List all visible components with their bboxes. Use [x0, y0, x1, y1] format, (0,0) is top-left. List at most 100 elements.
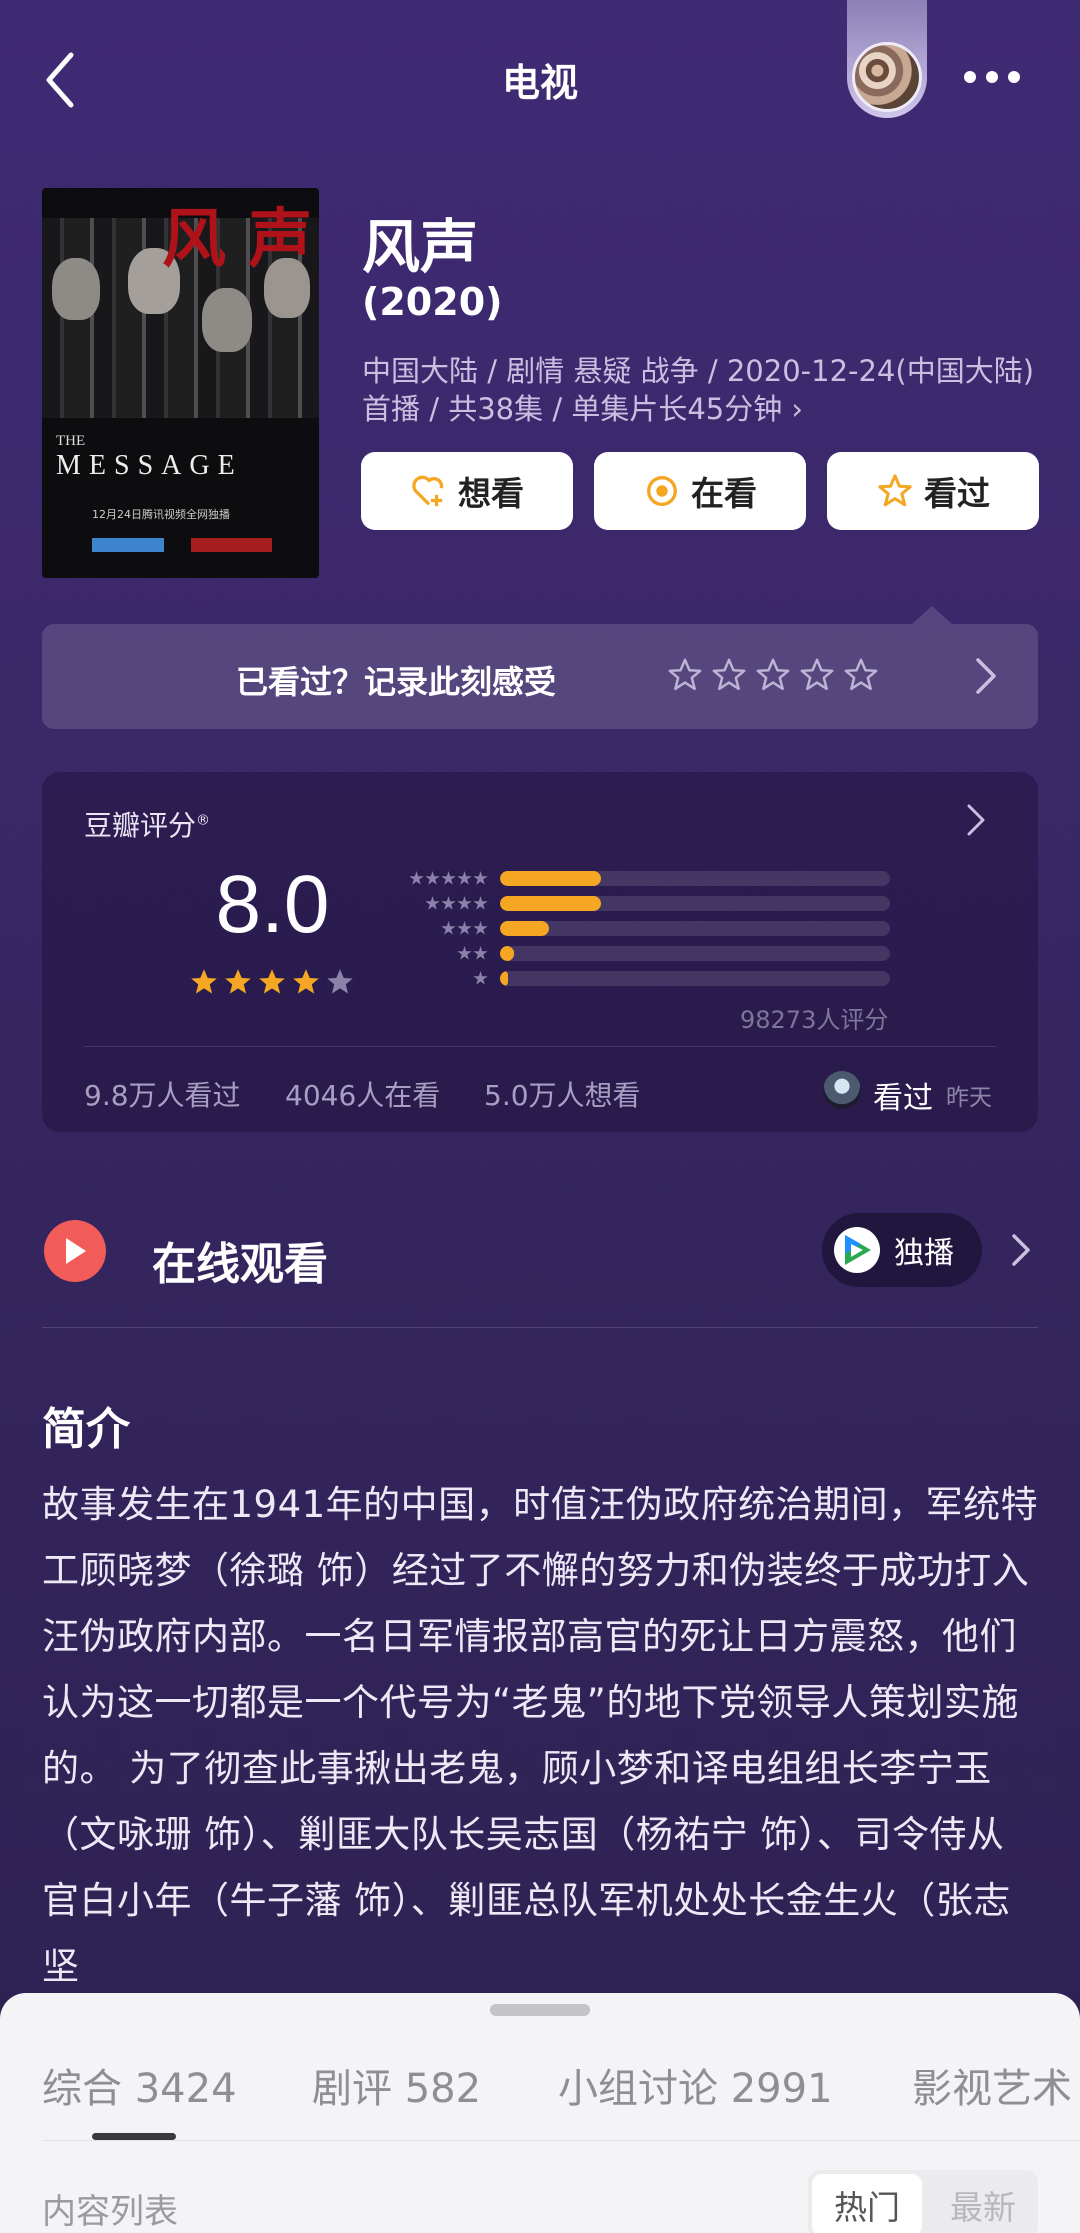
distribution-track: [500, 896, 890, 911]
target-icon: [647, 476, 677, 506]
mini-star-icon: [441, 896, 456, 910]
stat-watched[interactable]: 9.8万人看过: [84, 1074, 241, 1114]
distribution-bar: [500, 971, 508, 986]
star-filled-icon: [191, 969, 217, 994]
rating-distribution: [388, 866, 890, 991]
star-filled-icon: [293, 969, 319, 994]
poster-title-en-small: THE: [56, 433, 86, 449]
watching-button[interactable]: 在看: [594, 452, 806, 530]
active-tab-indicator: [92, 2133, 176, 2140]
poster-face: [202, 288, 252, 352]
tencent-video-icon: [834, 1227, 880, 1273]
record-feeling-banner[interactable]: 已看过？记录此刻感受: [42, 624, 1038, 729]
mini-star-icon: [457, 921, 472, 935]
watched-button[interactable]: 看过: [827, 452, 1039, 530]
mini-star-icon: [441, 921, 456, 935]
avatar[interactable]: [852, 42, 922, 112]
distribution-row-4-star: [388, 891, 890, 916]
tab-reviews-count: 582: [404, 2066, 482, 2112]
poster-face: [52, 258, 100, 320]
synopsis-title: 简介: [42, 1404, 130, 1455]
section-divider: [42, 1327, 1038, 1328]
distribution-star-label: [388, 946, 488, 961]
record-stars[interactable]: [666, 656, 880, 694]
mini-star-icon: [425, 896, 440, 910]
tab-film-art[interactable]: 影视艺术: [912, 2056, 1072, 2114]
tab-reviews[interactable]: 剧评 582: [312, 2056, 481, 2114]
chevron-right-icon: [976, 658, 996, 694]
banner-notch: [912, 606, 952, 624]
more-button[interactable]: [960, 62, 1024, 92]
star-outline-icon[interactable]: [798, 656, 836, 694]
distribution-star-label: [388, 871, 488, 886]
star-outline-icon[interactable]: [666, 656, 704, 694]
rating-count: 98273人评分: [740, 1006, 889, 1034]
exclusive-platform-button[interactable]: 独播: [822, 1213, 982, 1287]
mini-star-icon: [409, 871, 424, 885]
distribution-star-label: [388, 896, 488, 911]
play-triangle: [66, 1238, 86, 1264]
distribution-bar: [500, 946, 514, 961]
star-outline-icon[interactable]: [710, 656, 748, 694]
friend-time: 昨天: [946, 1085, 992, 1111]
sort-latest-button[interactable]: 最新: [930, 2174, 1036, 2233]
poster-image[interactable]: 风 声 THE MESSAGE 12月24日腾讯视频全网独播: [42, 188, 319, 578]
distribution-star-label: [388, 971, 488, 986]
distribution-track: [500, 871, 890, 886]
tab-film-art-label: 影视艺术: [912, 2066, 1072, 2112]
tencent-play-logo: [845, 1235, 871, 1265]
exclusive-label: 独播: [894, 1236, 954, 1271]
tab-overview[interactable]: 综合 3424: [42, 2056, 237, 2114]
movie-meta[interactable]: 中国大陆 / 剧情 悬疑 战争 / 2020-12-24(中国大陆)首播 / 共…: [362, 352, 1042, 428]
movie-title: 风声: [362, 213, 479, 281]
online-watch-title[interactable]: 在线观看: [152, 1228, 328, 1292]
distribution-row-5-star: [388, 866, 890, 891]
more-dot: [1008, 71, 1020, 83]
mini-star-icon: [473, 896, 488, 910]
mini-star-icon: [425, 871, 440, 885]
play-icon: [44, 1220, 106, 1282]
poster-logos: [92, 538, 272, 552]
friend-avatar[interactable]: [823, 1071, 861, 1109]
distribution-row-1-star: [388, 966, 890, 991]
mini-star-icon: [457, 896, 472, 910]
tab-group-label: 小组讨论: [558, 2066, 718, 2112]
star-filled-icon: [225, 969, 251, 994]
tab-group-count: 2991: [730, 2066, 833, 2112]
stat-watching[interactable]: 4046人在看: [285, 1074, 440, 1114]
chevron-right-icon[interactable]: [966, 803, 986, 837]
mini-star-icon: [457, 871, 472, 885]
distribution-star-label: [388, 921, 488, 936]
mini-star-icon: [473, 946, 488, 960]
more-dots-icon: [964, 71, 976, 83]
mini-star-icon: [441, 871, 456, 885]
star-outline-icon[interactable]: [842, 656, 880, 694]
star-outline-icon[interactable]: [754, 656, 792, 694]
synopsis-text[interactable]: 故事发生在1941年的中国，时值汪伪政府统治期间，军统特工顾晓梦（徐璐 饰）经过…: [42, 1472, 1042, 2000]
sheet-drag-handle[interactable]: [490, 2004, 590, 2016]
stat-want[interactable]: 5.0万人想看: [484, 1074, 641, 1114]
sheet-divider: [42, 2140, 1080, 2141]
star-icon: [878, 474, 912, 507]
registered-mark: ®: [196, 812, 211, 829]
sort-hot-button[interactable]: 热门: [812, 2174, 922, 2233]
want-button[interactable]: 想看: [361, 452, 573, 530]
poster-title-cn: 风 声: [162, 202, 313, 277]
record-text: 已看过？记录此刻感受: [236, 663, 557, 701]
movie-year: (2020): [362, 280, 503, 324]
tab-overview-count: 3424: [134, 2066, 237, 2112]
chevron-right-icon[interactable]: [1010, 1232, 1032, 1268]
distribution-row-3-star: [388, 916, 890, 941]
mini-star-icon: [473, 871, 488, 885]
distribution-bar: [500, 921, 549, 936]
tab-overview-label: 综合: [42, 2066, 122, 2112]
tab-group-discussion[interactable]: 小组讨论 2991: [558, 2056, 833, 2114]
watched-label: 看过: [924, 474, 990, 513]
rating-label-text: 豆瓣评分: [84, 809, 197, 842]
heart-plus-icon: [412, 475, 444, 507]
distribution-track: [500, 971, 890, 986]
distribution-bar: [500, 896, 602, 911]
star-empty-icon: [327, 969, 353, 994]
tab-reviews-label: 剧评: [312, 2066, 392, 2112]
mini-star-icon: [457, 946, 472, 960]
